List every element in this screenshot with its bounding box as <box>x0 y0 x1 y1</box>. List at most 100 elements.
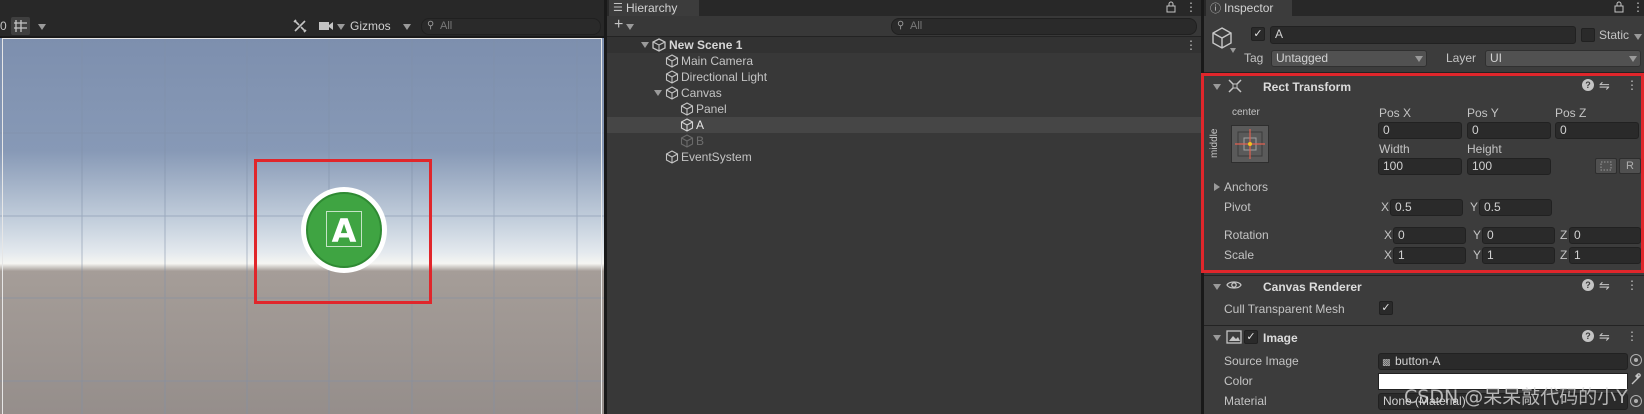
cull-transparent-mesh-checkbox[interactable]: ✓ <box>1379 301 1393 315</box>
hierarchy-item-label: Directional Light <box>681 70 768 84</box>
canvas-renderer-header[interactable]: Canvas Renderer ? ⇋ ⋮ <box>1204 276 1644 296</box>
tab-hierarchy-label: Hierarchy <box>626 1 678 15</box>
hierarchy-item[interactable]: Main Camera <box>607 53 1201 69</box>
chevron-down-icon[interactable] <box>1634 34 1642 40</box>
hierarchy-search-input[interactable]: ⚲ All <box>891 18 1197 35</box>
search-icon: ⚲ <box>427 20 435 31</box>
tools-icon[interactable] <box>292 18 308 34</box>
gameobject-cube-icon <box>665 86 679 100</box>
scene-viewport[interactable]: A <box>0 38 604 414</box>
canvas-renderer-title: Canvas Renderer <box>1263 280 1362 294</box>
image-header[interactable]: ✓ Image ? ⇋ ⋮ <box>1204 327 1644 347</box>
chevron-down-icon[interactable] <box>1230 48 1236 53</box>
hierarchy-item-selected[interactable]: A <box>607 117 1201 133</box>
info-icon: ⓘ <box>1210 3 1221 15</box>
watermark-text: CSDN @呆呆敲代码的小Y <box>1404 386 1628 408</box>
add-icon[interactable]: + <box>614 16 623 34</box>
toolbar-left-text: 0 <box>0 19 7 33</box>
source-image-value: button-A <box>1395 354 1441 368</box>
camera-icon[interactable] <box>318 20 334 32</box>
tab-inspector-label: Inspector <box>1224 1 1274 15</box>
highlight-box-scene <box>254 159 432 304</box>
hierarchy-panel: ☰ Hierarchy ⋮ + ⚲ All New Scene 1 ⋮ Main… <box>607 0 1201 414</box>
help-icon[interactable]: ? <box>1582 330 1594 342</box>
image-component-icon <box>1226 330 1242 347</box>
sprite-icon: ▩ <box>1382 357 1391 367</box>
inspector-panel: ⓘ Inspector ⋮ ✓ A Static Tag Untagged La… <box>1201 0 1644 414</box>
cull-transparent-mesh-label: Cull Transparent Mesh <box>1224 302 1345 316</box>
gameobject-cube-icon <box>680 134 694 148</box>
eyedropper-icon[interactable] <box>1630 372 1642 389</box>
search-placeholder: All <box>910 20 923 32</box>
scene-toolbar: 0 Gizmos ⚲ All <box>0 16 604 37</box>
grid-snap-icon[interactable] <box>11 17 30 35</box>
hierarchy-scene-row[interactable]: New Scene 1 ⋮ <box>607 37 1201 53</box>
collapse-arrow-icon[interactable] <box>1213 284 1221 290</box>
gameobject-cube-icon <box>680 118 694 132</box>
gizmos-button[interactable]: Gizmos <box>350 19 391 33</box>
gameobject-cube-icon[interactable] <box>1210 26 1234 50</box>
highlight-box-rect-transform <box>1201 73 1644 273</box>
image-enabled-checkbox[interactable]: ✓ <box>1244 330 1258 344</box>
object-picker-icon[interactable] <box>1630 354 1642 366</box>
hamburger-icon: ☰ <box>613 2 623 14</box>
static-checkbox[interactable] <box>1581 28 1595 42</box>
chevron-down-icon[interactable] <box>38 24 46 30</box>
layer-dropdown-value: UI <box>1490 51 1502 65</box>
material-label: Material <box>1224 394 1267 408</box>
hierarchy-scene-label: New Scene 1 <box>669 38 743 52</box>
hierarchy-item[interactable]: Panel <box>607 101 1201 117</box>
help-icon[interactable]: ? <box>1582 279 1594 291</box>
chevron-down-icon[interactable] <box>626 24 634 30</box>
more-options-icon[interactable]: ⋮ <box>1632 0 1644 14</box>
more-options-icon[interactable]: ⋮ <box>1626 278 1638 292</box>
hierarchy-item-label: Canvas <box>681 86 722 100</box>
top-bar <box>0 0 604 16</box>
color-label: Color <box>1224 374 1253 388</box>
hierarchy-item[interactable]: Canvas <box>607 85 1201 101</box>
active-checkbox[interactable]: ✓ <box>1251 27 1265 41</box>
static-label: Static <box>1599 28 1630 42</box>
hierarchy-item-label: A <box>696 118 705 132</box>
scene-view[interactable]: 0 Gizmos ⚲ All A <box>0 0 604 414</box>
more-options-icon[interactable]: ⋮ <box>1626 329 1638 343</box>
source-image-field[interactable]: ▩ button-A <box>1378 353 1628 370</box>
inspector-tabbar: ⓘ Inspector ⋮ <box>1204 0 1644 16</box>
expand-arrow-icon[interactable] <box>641 42 649 48</box>
more-options-icon[interactable]: ⋮ <box>1185 38 1197 52</box>
collapse-arrow-icon[interactable] <box>1213 335 1221 341</box>
gameobject-cube-icon <box>665 70 679 84</box>
tag-dropdown-value: Untagged <box>1276 51 1329 65</box>
presets-icon[interactable]: ⇋ <box>1599 329 1610 345</box>
layer-dropdown[interactable]: UI <box>1485 50 1641 67</box>
chevron-down-icon[interactable] <box>337 24 345 30</box>
tag-label: Tag <box>1244 51 1264 65</box>
hierarchy-tabbar: ☰ Hierarchy ⋮ <box>607 0 1201 16</box>
gameobject-cube-icon <box>665 150 679 164</box>
source-image-label: Source Image <box>1224 354 1299 368</box>
gameobject-cube-icon <box>665 54 679 68</box>
gameobject-cube-icon <box>680 102 694 116</box>
hierarchy-item[interactable]: EventSystem <box>607 149 1201 165</box>
eye-icon <box>1226 279 1242 294</box>
hierarchy-item-label: B <box>696 134 705 148</box>
chevron-down-icon[interactable] <box>403 24 411 30</box>
tab-hierarchy[interactable]: ☰ Hierarchy <box>609 0 699 16</box>
tab-inspector[interactable]: ⓘ Inspector <box>1206 0 1292 16</box>
object-picker-icon[interactable] <box>1630 395 1642 407</box>
hierarchy-item-label: EventSystem <box>681 150 752 164</box>
chevron-down-icon <box>1415 56 1423 62</box>
expand-arrow-icon[interactable] <box>654 90 662 96</box>
more-options-icon[interactable]: ⋮ <box>1185 0 1197 14</box>
scene-search-input[interactable]: ⚲ All <box>421 18 601 35</box>
hierarchy-item-label: Panel <box>696 102 727 116</box>
lock-icon[interactable] <box>1166 1 1176 16</box>
lock-icon[interactable] <box>1614 1 1624 16</box>
object-name-field[interactable]: A <box>1270 26 1576 44</box>
hierarchy-item-disabled[interactable]: B <box>607 133 1201 149</box>
hierarchy-item[interactable]: Directional Light <box>607 69 1201 85</box>
presets-icon[interactable]: ⇋ <box>1599 278 1610 294</box>
tag-dropdown[interactable]: Untagged <box>1271 50 1427 67</box>
divider <box>1204 325 1644 326</box>
layer-label: Layer <box>1446 51 1477 65</box>
